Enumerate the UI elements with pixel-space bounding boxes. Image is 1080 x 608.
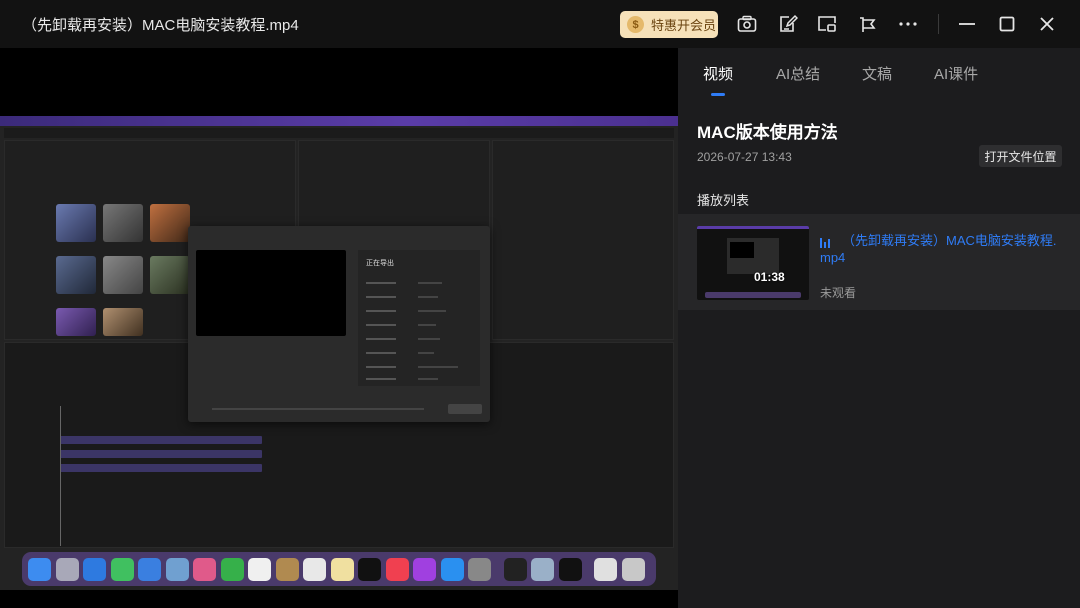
active-tab-indicator (711, 93, 725, 96)
tab-video[interactable]: 视频 (703, 63, 733, 84)
maximize-icon[interactable] (995, 12, 1019, 36)
camera-icon[interactable] (735, 12, 759, 36)
tab-ai-courseware[interactable]: AI课件 (934, 63, 978, 84)
timeline-track (60, 464, 262, 472)
video-player[interactable]: 正在导出 (0, 48, 678, 608)
media-thumbnail (56, 256, 96, 294)
media-thumbnail (150, 204, 190, 242)
tab-transcript[interactable]: 文稿 (862, 63, 892, 84)
title-bar: （先卸载再安装）MAC电脑安装教程.mp4 $ 特惠开会员 (0, 0, 1080, 48)
playlist-duration: 01:38 (754, 270, 785, 284)
export-progress-bar (212, 408, 424, 410)
export-dialog-title: 正在导出 (366, 260, 394, 267)
tab-ai-summary[interactable]: AI总结 (776, 63, 820, 84)
media-thumbnail (150, 256, 190, 294)
side-panel: 视频 AI总结 文稿 AI课件 MAC版本使用方法 2026-07-27 13:… (678, 48, 1080, 608)
playlist-item-status: 未观看 (820, 286, 857, 300)
playlist-item[interactable]: 01:38 （先卸载再安装）MAC电脑安装教程.mp4 未观看 (678, 214, 1080, 310)
playlist-item-name: （先卸载再安装）MAC电脑安装教程.mp4 (820, 233, 1057, 265)
export-dialog: 正在导出 (188, 226, 490, 422)
coin-icon: $ (627, 16, 644, 33)
mac-dock (22, 552, 656, 586)
timeline-playhead (60, 406, 61, 546)
media-thumbnail (103, 256, 143, 294)
edit-note-icon[interactable] (776, 12, 800, 36)
media-thumbnail (56, 204, 96, 242)
minimize-icon[interactable] (955, 12, 979, 36)
video-frame: 正在导出 (0, 116, 678, 590)
export-cancel-button (448, 404, 482, 414)
window-title: （先卸载再安装）MAC电脑安装教程.mp4 (22, 17, 299, 34)
vip-label: 特惠开会员 (651, 18, 717, 33)
media-thumbnail (103, 308, 143, 336)
tab-bar: 视频 AI总结 文稿 AI课件 (678, 48, 1080, 96)
media-thumbnail (103, 204, 143, 242)
media-thumbnail (56, 308, 96, 336)
export-info-panel: 正在导出 (358, 250, 480, 386)
picture-in-picture-icon[interactable] (815, 12, 839, 36)
properties-pane (492, 140, 674, 340)
timeline-track (60, 450, 262, 458)
mac-menu-bar (0, 116, 678, 126)
video-title: MAC版本使用方法 (697, 123, 838, 142)
export-preview (196, 250, 346, 336)
close-icon[interactable] (1035, 12, 1059, 36)
open-file-location-button[interactable]: 打开文件位置 (979, 145, 1062, 167)
video-date: 2026-07-27 13:43 (697, 150, 792, 164)
vip-button[interactable]: $ 特惠开会员 (620, 11, 718, 38)
more-icon[interactable] (896, 12, 920, 36)
playlist-title: 播放列表 (697, 193, 750, 208)
playlist-thumbnail (697, 226, 809, 300)
share-icon[interactable] (855, 12, 879, 36)
timeline-track (60, 436, 262, 444)
app-title-bar (4, 128, 674, 138)
toolbar-divider (938, 14, 939, 34)
